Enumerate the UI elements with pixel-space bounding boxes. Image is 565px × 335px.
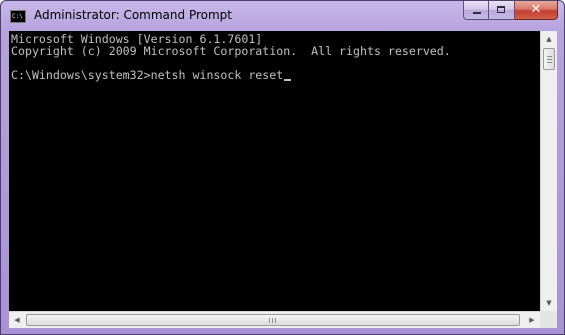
scroll-left-arrow-icon[interactable]: ◀	[9, 312, 25, 328]
console-output[interactable]: Microsoft Windows [Version 6.1.7601] Cop…	[9, 31, 540, 311]
scroll-right-arrow-icon[interactable]: ▶	[524, 312, 540, 328]
grip-line	[547, 56, 552, 57]
cmd-icon[interactable]: C:\	[10, 10, 26, 23]
text-cursor	[284, 79, 292, 81]
command-line: C:\Windows\system32>netsh winsock reset	[11, 68, 292, 82]
vertical-scrollbar[interactable]: ▲ ▼	[540, 31, 557, 311]
command-text: C:\Windows\system32>netsh winsock reset	[11, 68, 284, 82]
horizontal-scroll-thumb[interactable]	[26, 314, 520, 326]
close-icon: ✕	[530, 2, 542, 17]
close-button[interactable]: ✕	[515, 1, 558, 20]
scroll-down-arrow-icon[interactable]: ▼	[541, 295, 557, 311]
minimize-icon	[473, 12, 481, 14]
scroll-up-arrow-icon[interactable]: ▲	[541, 31, 557, 47]
grip-line	[547, 59, 552, 60]
caption-buttons: ✕	[463, 1, 558, 20]
command-prompt-window: C:\ Administrator: Command Prompt ✕ Micr…	[0, 0, 565, 335]
minimize-button[interactable]	[463, 1, 489, 20]
maximize-button[interactable]	[489, 1, 515, 20]
grip-line	[547, 62, 552, 63]
vertical-scroll-thumb[interactable]	[543, 48, 555, 70]
grip-line	[275, 318, 276, 323]
horizontal-scrollbar[interactable]: ◀ ▶	[9, 311, 540, 328]
grip-line	[269, 318, 270, 323]
grip-line	[272, 318, 273, 323]
window-title: Administrator: Command Prompt	[34, 8, 232, 22]
scrollbar-corner	[540, 311, 557, 328]
maximize-icon	[497, 6, 505, 13]
console-line: Copyright (c) 2009 Microsoft Corporation…	[11, 44, 451, 58]
title-bar[interactable]: C:\ Administrator: Command Prompt ✕	[1, 1, 564, 31]
